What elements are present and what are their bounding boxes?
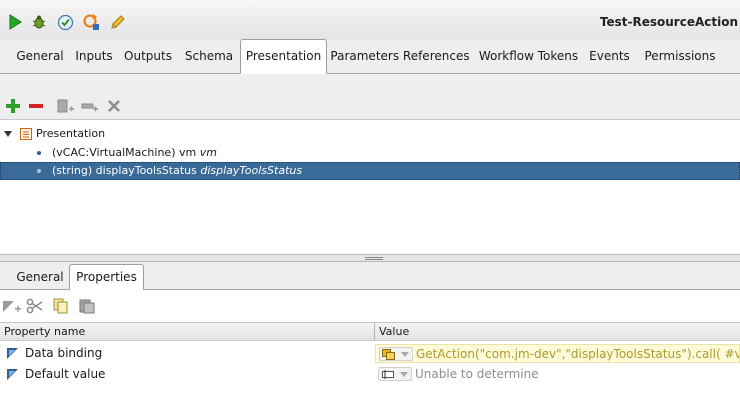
add-group-icon[interactable] — [81, 98, 99, 114]
detail-tabs: General Properties — [0, 262, 740, 291]
tab-parameters-references[interactable]: Parameters References — [330, 40, 470, 73]
property-name: Default value — [25, 367, 106, 381]
property-value: GetAction("com.jm-dev","displayToolsStat… — [416, 347, 740, 361]
tree-item-vm[interactable]: (vCAC:VirtualMachine) vm vm — [0, 144, 740, 162]
expand-triangle-icon[interactable] — [4, 130, 12, 138]
property-icon — [7, 348, 18, 359]
tab-general[interactable]: General — [10, 40, 70, 73]
delete-icon[interactable] — [106, 98, 122, 114]
value-type-dropdown[interactable] — [378, 367, 412, 381]
tab-schema[interactable]: Schema — [180, 40, 238, 73]
tab-detail-properties[interactable]: Properties — [69, 264, 144, 291]
static-value-icon — [382, 370, 394, 379]
tree-item-type: (vCAC:VirtualMachine) vm vm — [52, 146, 217, 159]
tab-workflow-tokens[interactable]: Workflow Tokens — [477, 40, 580, 73]
validate-icon[interactable] — [56, 13, 74, 31]
tree-root-presentation[interactable]: Presentation — [0, 125, 740, 143]
tree-root-label: Presentation — [36, 127, 106, 140]
copy-icon[interactable] — [52, 298, 70, 314]
add-property-icon[interactable] — [2, 298, 22, 314]
editor-tabs: General Inputs Outputs Schema Presentati… — [0, 39, 740, 74]
property-icon — [7, 369, 18, 380]
tab-outputs[interactable]: Outputs — [121, 40, 175, 73]
bullet-icon — [37, 151, 41, 155]
properties-toolbar — [0, 290, 740, 322]
column-property-name[interactable]: Property name — [4, 323, 85, 340]
tab-presentation[interactable]: Presentation — [240, 39, 327, 74]
property-value-cell[interactable]: Unable to determine — [375, 365, 740, 384]
run-icon[interactable] — [6, 13, 24, 31]
property-name: Data binding — [25, 346, 103, 360]
debug-icon[interactable] — [30, 13, 48, 31]
tree-item-displaytoolsstatus[interactable]: (string) displayToolsStatus displayTools… — [0, 162, 740, 180]
property-value-cell[interactable]: GetAction("com.jm-dev","displayToolsStat… — [375, 344, 740, 363]
edit-icon[interactable] — [108, 13, 126, 31]
table-row[interactable]: Default value Unable to determine — [0, 364, 740, 385]
splitter-grip-icon[interactable] — [365, 257, 383, 260]
table-row[interactable]: Data binding GetAction("com.jm-dev","dis… — [0, 343, 740, 364]
presentation-icon — [20, 128, 32, 140]
tab-detail-general[interactable]: General — [12, 265, 68, 290]
remove-icon[interactable] — [28, 98, 44, 114]
properties-table: Property name Value Data binding GetActi… — [0, 322, 740, 419]
chevron-down-icon — [401, 352, 409, 357]
table-header: Property name Value — [0, 322, 740, 341]
chevron-down-icon — [400, 372, 408, 377]
column-separator[interactable] — [374, 323, 375, 340]
top-toolbar: Test-ResourceAction — [0, 0, 740, 40]
panel-splitter[interactable] — [0, 254, 740, 262]
cut-icon[interactable] — [26, 298, 44, 314]
presentation-tree: Presentation (vCAC:VirtualMachine) vm vm… — [0, 121, 740, 254]
column-value[interactable]: Value — [379, 323, 409, 340]
presentation-toolbar — [0, 74, 740, 120]
refresh-icon[interactable] — [82, 13, 100, 31]
add-step-icon[interactable] — [57, 98, 75, 114]
add-icon[interactable] — [5, 98, 21, 114]
tab-inputs[interactable]: Inputs — [72, 40, 116, 73]
tab-events[interactable]: Events — [586, 40, 633, 73]
tree-item-type: (string) displayToolsStatus displayTools… — [52, 164, 303, 177]
property-value: Unable to determine — [415, 367, 539, 381]
binding-type-dropdown[interactable] — [379, 347, 413, 361]
tab-permissions[interactable]: Permissions — [640, 40, 720, 73]
paste-icon[interactable] — [78, 298, 96, 314]
window-title: Test-ResourceAction — [599, 15, 738, 29]
action-binding-icon — [382, 349, 395, 360]
bullet-icon — [37, 169, 41, 173]
